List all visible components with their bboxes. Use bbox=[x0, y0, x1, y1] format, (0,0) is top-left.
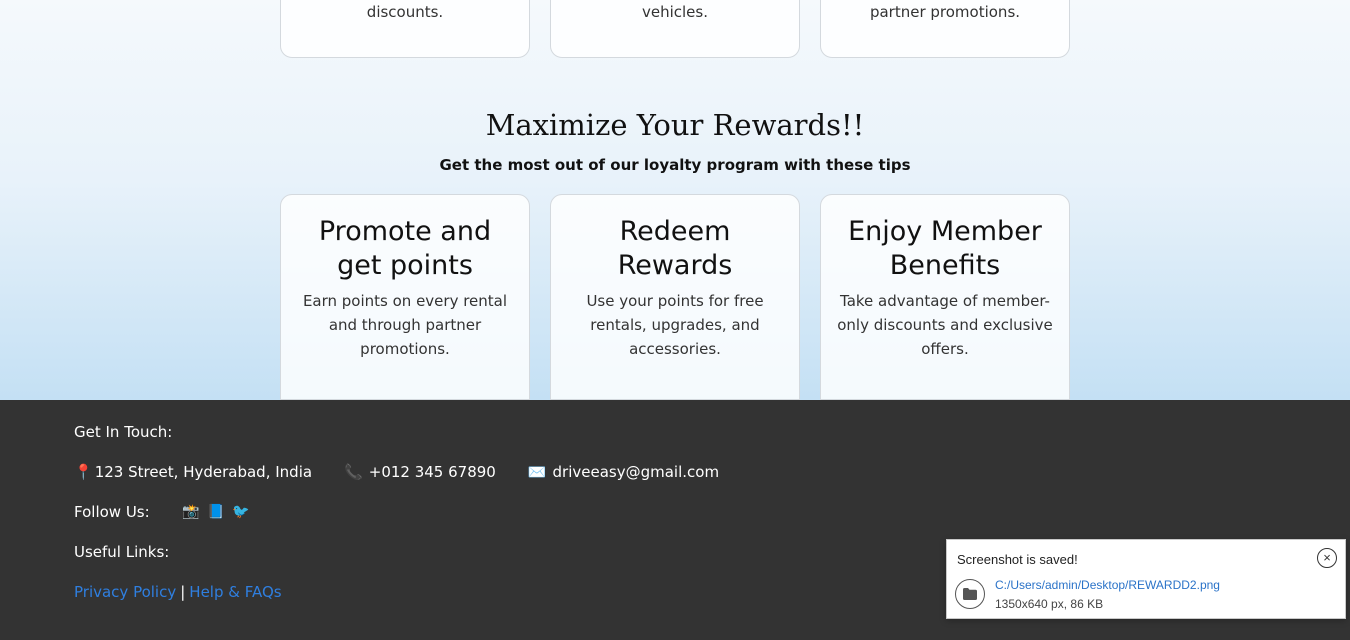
file-meta: 1350x640 px, 86 KB bbox=[995, 597, 1104, 611]
useful-links-row: Privacy Policy | Help & FAQs bbox=[74, 582, 282, 602]
privacy-policy-link[interactable]: Privacy Policy bbox=[74, 582, 176, 602]
tip-card-text: Earn points on every rental and through … bbox=[302, 292, 508, 358]
phone-item: 📞 +012 345 67890 bbox=[344, 462, 496, 482]
benefit-card-text: partner promotions. bbox=[869, 3, 1021, 21]
close-icon[interactable]: × bbox=[1317, 548, 1337, 568]
contact-row: 📍 123 Street, Hyderabad, India 📞 +012 34… bbox=[74, 462, 751, 482]
pin-icon: 📍 bbox=[74, 463, 93, 481]
phone-icon: 📞 bbox=[344, 463, 363, 481]
get-in-touch-text: Get In Touch: bbox=[74, 423, 173, 441]
tip-card-benefits: Enjoy Member Benefits Take advantage of … bbox=[820, 194, 1070, 400]
follow-us-label: Follow Us: bbox=[74, 503, 150, 521]
email-item: ✉️ driveeasy@gmail.com bbox=[528, 462, 719, 482]
benefit-card: partner promotions. bbox=[820, 0, 1070, 58]
benefit-card: vehicles. bbox=[550, 0, 800, 58]
tip-card-text: Take advantage of member-only discounts … bbox=[837, 292, 1053, 358]
benefit-card-text: vehicles. bbox=[641, 3, 708, 21]
file-path-link[interactable]: C:/Users/admin/Desktop/REWARDD2.png bbox=[995, 578, 1220, 592]
benefit-card-text: discounts. bbox=[366, 3, 444, 21]
tip-card-promote: Promote and get points Earn points on ev… bbox=[280, 194, 530, 400]
envelope-icon: ✉️ bbox=[527, 463, 547, 481]
phone-text: +012 345 67890 bbox=[368, 463, 496, 481]
tip-card-text: Use your points for free rentals, upgrad… bbox=[586, 292, 764, 358]
book-icon[interactable]: 📘 bbox=[206, 502, 226, 522]
rewards-subheading: Get the most out of our loyalty program … bbox=[439, 156, 911, 174]
bird-icon[interactable]: 🐦 bbox=[231, 502, 251, 522]
address-text: 123 Street, Hyderabad, India bbox=[94, 463, 313, 481]
address-item: 📍 123 Street, Hyderabad, India bbox=[74, 462, 312, 482]
rewards-heading: Maximize Your Rewards!! bbox=[485, 108, 865, 142]
useful-links-text: Useful Links: bbox=[74, 543, 170, 561]
help-faqs-link[interactable]: Help & FAQs bbox=[189, 582, 281, 602]
email-text: driveeasy@gmail.com bbox=[552, 463, 720, 481]
benefit-card: discounts. bbox=[280, 0, 530, 58]
rewards-section: discounts. vehicles. partner promotions.… bbox=[0, 0, 1350, 400]
tip-card-redeem: Redeem Rewards Use your points for free … bbox=[550, 194, 800, 400]
screenshot-toast: Screenshot is saved! × C:/Users/admin/De… bbox=[946, 539, 1346, 619]
get-in-touch-label: Get In Touch: bbox=[74, 422, 172, 442]
useful-links-label: Useful Links: bbox=[74, 542, 169, 562]
folder-icon[interactable] bbox=[955, 579, 985, 609]
tip-card-title: Redeem Rewards bbox=[617, 216, 733, 281]
toast-title: Screenshot is saved! bbox=[957, 552, 1078, 567]
tip-card-title: Enjoy Member Benefits bbox=[848, 216, 1042, 281]
camera-icon[interactable]: 📸 bbox=[181, 502, 201, 522]
link-separator: | bbox=[180, 583, 186, 601]
tip-card-title: Promote and get points bbox=[318, 216, 492, 281]
follow-us-row: Follow Us: 📸 📘 🐦 bbox=[74, 502, 251, 522]
